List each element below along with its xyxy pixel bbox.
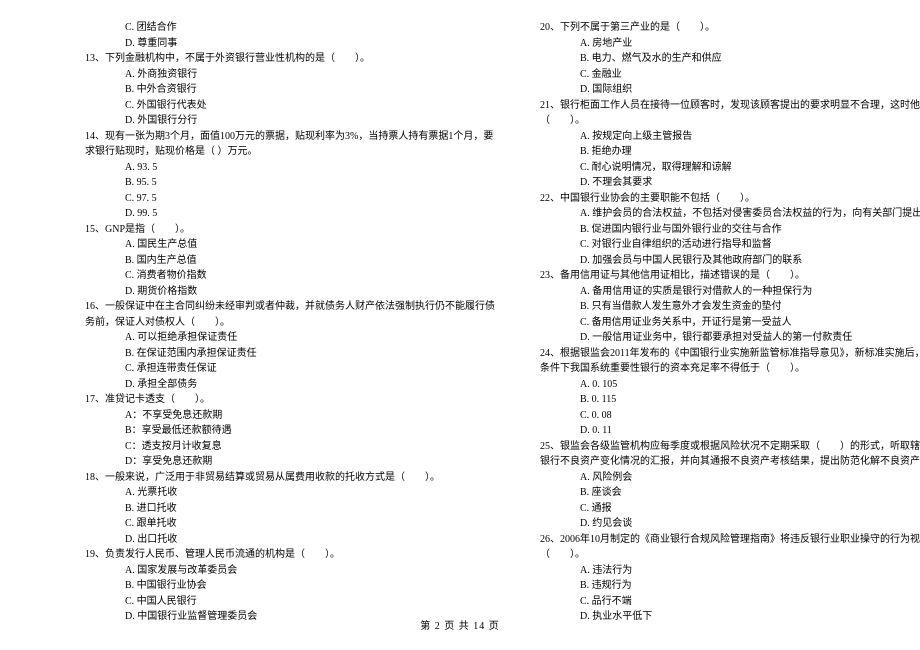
option-line: C. 通报 [540, 501, 920, 517]
option-line: C. 跟单托收 [85, 516, 495, 532]
left-column: C. 团结合作D. 尊重同事13、下列金融机构中，不属于外资银行营业性机构的是（… [0, 20, 510, 610]
option-line: B. 0. 115 [540, 392, 920, 408]
right-column: 20、下列不属于第三产业的是（ ）。A. 房地产业B. 电力、燃气及水的生产和供… [510, 20, 920, 610]
option-line: B. 中外合资银行 [85, 82, 495, 98]
question-line: 13、下列金融机构中，不属于外资银行营业性机构的是（ ）。 [85, 51, 495, 67]
option-line: C. 中国人民银行 [85, 594, 495, 610]
question-line: 26、2006年10月制定的《商业银行合规风险管理指南》将违反银行业职业操守的行… [540, 532, 920, 548]
page-container: C. 团结合作D. 尊重同事13、下列金融机构中，不属于外资银行营业性机构的是（… [0, 20, 920, 610]
option-line: B. 拒绝办理 [540, 144, 920, 160]
option-line: C. 外国银行代表处 [85, 98, 495, 114]
question-line: 17、准贷记卡透支（ ）。 [85, 392, 495, 408]
option-line: C. 0. 08 [540, 408, 920, 424]
option-line: C. 承担连带责任保证 [85, 361, 495, 377]
option-line: D. 0. 11 [540, 423, 920, 439]
option-line: D：享受免息还款期 [85, 454, 495, 470]
question-line: （ ）。 [540, 113, 920, 129]
option-line: C. 品行不端 [540, 594, 920, 610]
option-line: B. 电力、燃气及水的生产和供应 [540, 51, 920, 67]
question-line: 21、银行柜面工作人员在接待一位顾客时，发现该顾客提出的要求明显不合理，这时他应 [540, 98, 920, 114]
option-line: A. 可以拒绝承担保证责任 [85, 330, 495, 346]
question-line: 条件下我国系统重要性银行的资本充足率不得低于（ ）。 [540, 361, 920, 377]
option-line: D. 一般信用证业务中，银行都要承担对受益人的第一付款责任 [540, 330, 920, 346]
question-line: 16、一般保证中在主合同纠纷未经审判或者仲裁，并就债务人财产依法强制执行仍不能履… [85, 299, 495, 315]
question-line: （ ）。 [540, 547, 920, 563]
option-line: D. 国际组织 [540, 82, 920, 98]
question-line: 15、GNP是指（ ）。 [85, 222, 495, 238]
option-line: D. 外国银行分行 [85, 113, 495, 129]
option-line: B. 只有当借款人发生意外才会发生资金的垫付 [540, 299, 920, 315]
option-line: D. 出口托收 [85, 532, 495, 548]
question-line: 求银行贴现时，贴现价格是（ ）万元。 [85, 144, 495, 160]
option-line: A. 房地产业 [540, 36, 920, 52]
question-line: 20、下列不属于第三产业的是（ ）。 [540, 20, 920, 36]
option-line: C. 对银行业自律组织的活动进行指导和监督 [540, 237, 920, 253]
question-line: 25、银监会各级监管机构应每季度或根据风险状况不定期采取（ ）的形式，听取辖内商… [540, 439, 920, 455]
option-line: A. 按规定向上级主管报告 [540, 129, 920, 145]
question-line: 24、根据银监会2011年发布的《中国银行业实施新监管标准指导意见》，新标准实施… [540, 346, 920, 362]
option-line: C：透支按月计收复息 [85, 439, 495, 455]
option-line: A. 备用信用证的实质是银行对借款人的一种担保行为 [540, 284, 920, 300]
option-line: C. 97. 5 [85, 191, 495, 207]
option-line: C. 团结合作 [85, 20, 495, 36]
option-line: A. 0. 105 [540, 377, 920, 393]
option-line: B. 国内生产总值 [85, 253, 495, 269]
option-line: A. 93. 5 [85, 160, 495, 176]
option-line: A. 光票托收 [85, 485, 495, 501]
option-line: C. 耐心说明情况，取得理解和谅解 [540, 160, 920, 176]
option-line: C. 金融业 [540, 67, 920, 83]
option-line: A. 维护会员的合法权益，不包括对侵害委员合法权益的行为，向有关部门提出申诉或要… [540, 206, 920, 222]
option-line: C. 消费者物价指数 [85, 268, 495, 284]
question-line: 19、负责发行人民币、管理人民币流通的机构是（ ）。 [85, 547, 495, 563]
question-line: 23、备用信用证与其他信用证相比，描述错误的是（ ）。 [540, 268, 920, 284]
option-line: B. 进口托收 [85, 501, 495, 517]
option-line: D. 尊重同事 [85, 36, 495, 52]
option-line: B. 促进国内银行业与国外银行业的交往与合作 [540, 222, 920, 238]
option-line: B. 中国银行业协会 [85, 578, 495, 594]
option-line: D. 期货价格指数 [85, 284, 495, 300]
option-line: A. 风险例会 [540, 470, 920, 486]
option-line: A. 国民生产总值 [85, 237, 495, 253]
question-line: 22、中国银行业协会的主要职能不包括（ ）。 [540, 191, 920, 207]
option-line: A：不享受免息还款期 [85, 408, 495, 424]
option-line: B. 在保证范围内承担保证责任 [85, 346, 495, 362]
option-line: B. 座谈会 [540, 485, 920, 501]
option-line: C. 备用信用证业务关系中，开证行是第一受益人 [540, 315, 920, 331]
option-line: A. 外商独资银行 [85, 67, 495, 83]
question-line: 18、一般来说，广泛用于非贸易结算或贸易从属费用收款的托收方式是（ ）。 [85, 470, 495, 486]
option-line: B. 违规行为 [540, 578, 920, 594]
page-footer: 第 2 页 共 14 页 [0, 617, 920, 632]
option-line: D. 加强会员与中国人民银行及其他政府部门的联系 [540, 253, 920, 269]
option-line: B. 95. 5 [85, 175, 495, 191]
option-line: D. 承担全部债务 [85, 377, 495, 393]
option-line: A. 国家发展与改革委员会 [85, 563, 495, 579]
option-line: A. 违法行为 [540, 563, 920, 579]
question-line: 14、现有一张为期3个月，面值100万元的票据，贴现利率为3%，当持票人持有票据… [85, 129, 495, 145]
question-line: 务前，保证人对债权人（ ）。 [85, 315, 495, 331]
option-line: D. 不理会其要求 [540, 175, 920, 191]
question-line: 银行不良资产变化情况的汇报，并向其通报不良资产考核结果，提出防范化解不良资产的意… [540, 454, 920, 470]
option-line: B：享受最低还款额待遇 [85, 423, 495, 439]
option-line: D. 约见会谈 [540, 516, 920, 532]
option-line: D. 99. 5 [85, 206, 495, 222]
